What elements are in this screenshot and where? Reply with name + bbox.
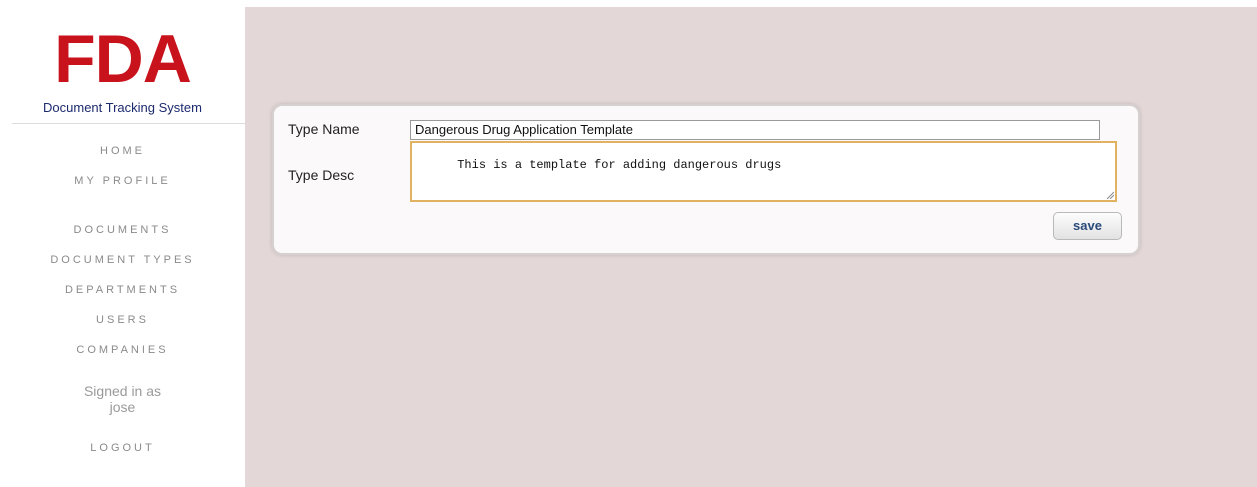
signed-in-username: jose [109, 399, 136, 415]
signed-in-status: Signed in as jose [0, 383, 245, 415]
nav-logout[interactable]: LOGOUT [0, 442, 245, 454]
nav-home[interactable]: HOME [0, 145, 245, 157]
document-type-form: Type Name Dangerous Drug Application Tem… [272, 104, 1140, 255]
app-subtitle: Document Tracking System [43, 100, 202, 115]
nav-documents[interactable]: DOCUMENTS [0, 224, 245, 236]
nav-companies[interactable]: COMPANIES [0, 344, 245, 356]
nav-departments[interactable]: DEPARTMENTS [0, 284, 245, 296]
fda-logo[interactable]: FDA [0, 25, 245, 93]
type-name-label: Type Name [288, 121, 360, 137]
type-desc-text: This is a template for adding dangerous … [457, 158, 782, 172]
main-content: Type Name Dangerous Drug Application Tem… [245, 7, 1257, 487]
nav-document-types[interactable]: DOCUMENT TYPES [0, 254, 245, 266]
type-desc-textarea[interactable]: This is a template for adding dangerous … [410, 141, 1117, 202]
sidebar-divider [12, 123, 245, 124]
type-desc-label: Type Desc [288, 167, 355, 183]
signed-in-label: Signed in as [83, 383, 162, 399]
save-button[interactable]: save [1053, 212, 1122, 240]
type-name-input[interactable]: Dangerous Drug Application Template [410, 120, 1100, 140]
sidebar: FDA Document Tracking System HOME MY PRO… [0, 0, 245, 487]
nav-users[interactable]: USERS [0, 314, 245, 326]
nav-my-profile[interactable]: MY PROFILE [0, 175, 245, 187]
resize-grip-icon[interactable] [1106, 191, 1114, 199]
